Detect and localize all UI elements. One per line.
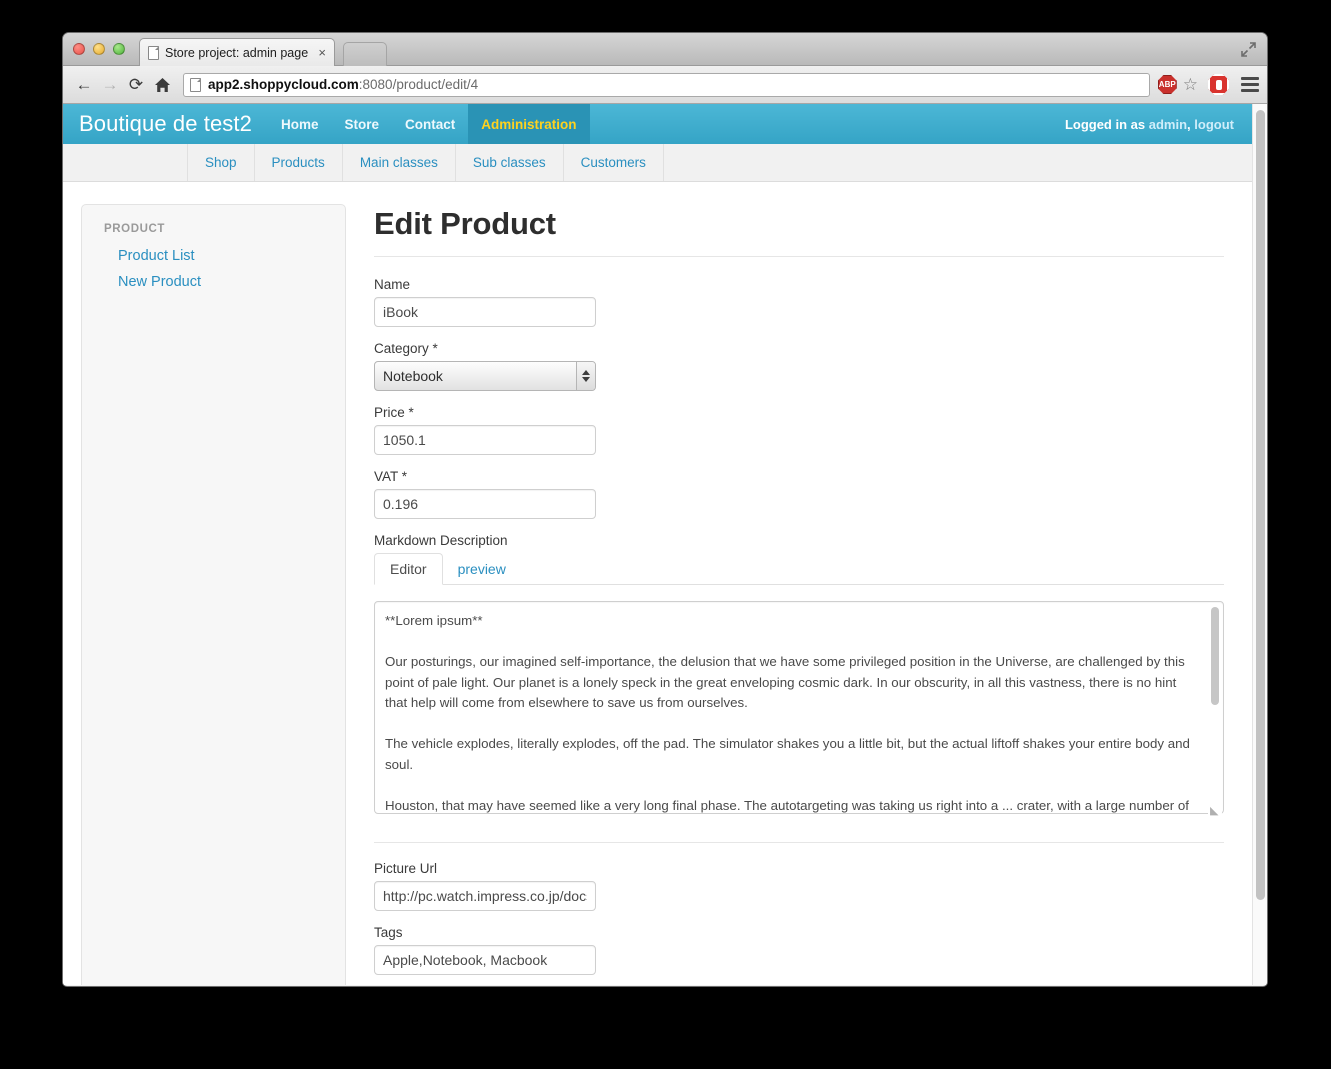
tab-editor[interactable]: Editor [374,553,443,585]
subnav-item-customers[interactable]: Customers [564,144,664,181]
admin-subnav: Shop Products Main classes Sub classes C… [63,144,1252,182]
bookmark-star-icon[interactable]: ☆ [1183,75,1198,95]
section-divider [374,842,1224,843]
textarea-scrollbar[interactable] [1208,603,1222,817]
price-input[interactable] [374,425,596,455]
category-select[interactable]: Notebook [374,361,596,391]
price-label: Price * [374,405,1224,420]
window-traffic-lights [73,43,125,55]
main-column: Edit Product Name Category * Notebook Pr… [374,204,1234,985]
vat-label: VAT * [374,469,1224,484]
subnav-item-sub-classes[interactable]: Sub classes [456,144,564,181]
category-label: Category * [374,341,1224,356]
web-page: Boutique de test2 Home Store Contact Adm… [63,104,1252,985]
sidebar-item-new-product[interactable]: New Product [82,269,345,295]
new-tab-button[interactable] [343,42,387,66]
sidebar-item-product-list[interactable]: Product List [82,243,345,269]
vat-input[interactable] [374,489,596,519]
reload-icon[interactable]: ⟳ [123,72,149,98]
url-path: :8080/product/edit/4 [359,77,478,92]
logout-link[interactable]: logout [1194,117,1234,132]
page-icon [148,46,159,60]
browser-tabstrip: Store project: admin page × [63,33,1267,66]
name-label: Name [374,277,1224,292]
user-link[interactable]: admin [1149,117,1187,132]
tags-label: Tags [374,925,1224,940]
blocker-stop-icon[interactable] [1208,74,1229,95]
markdown-editor: **Lorem ipsum** Our posturings, our imag… [374,601,1224,819]
adblock-plus-icon[interactable]: ABP [1158,75,1177,94]
nav-item-store[interactable]: Store [331,104,392,144]
scrollbar-thumb[interactable] [1256,110,1265,900]
chevron-updown-icon[interactable] [576,362,595,390]
sidebar-panel: PRODUCT Product List New Product [81,204,346,985]
title-divider [374,256,1224,257]
url-host: app2.shoppycloud.com [208,77,359,92]
forward-icon[interactable]: → [97,72,123,98]
maximize-window-button[interactable] [113,43,125,55]
menu-icon[interactable] [1241,74,1259,95]
comma-separator: , [1187,117,1191,132]
name-input[interactable] [374,297,596,327]
category-selected-value: Notebook [383,368,443,384]
fullscreen-icon[interactable] [1240,41,1257,58]
site-navbar: Boutique de test2 Home Store Contact Adm… [63,104,1252,144]
browser-tab-title: Store project: admin page [165,46,312,60]
markdown-description-label: Markdown Description [374,533,1224,548]
logged-in-label: Logged in as [1065,117,1145,132]
tab-preview[interactable]: preview [443,554,521,584]
minimize-window-button[interactable] [93,43,105,55]
browser-tab-active[interactable]: Store project: admin page × [139,38,335,66]
address-bar[interactable]: app2.shoppycloud.com :8080/product/edit/… [183,73,1150,97]
back-icon[interactable]: ← [71,72,97,98]
subnav-item-main-classes[interactable]: Main classes [343,144,456,181]
session-info: Logged in as admin, logout [1065,104,1252,144]
sidebar-heading: PRODUCT [82,223,345,243]
subnav-item-shop[interactable]: Shop [187,144,255,181]
nav-item-home[interactable]: Home [268,104,332,144]
page-scrollbar[interactable] [1252,104,1267,985]
subnav-item-products[interactable]: Products [255,144,343,181]
site-brand[interactable]: Boutique de test2 [63,104,268,144]
markdown-textarea[interactable]: **Lorem ipsum** Our posturings, our imag… [374,601,1224,814]
nav-item-contact[interactable]: Contact [392,104,468,144]
home-icon[interactable] [149,72,175,98]
resize-handle-icon[interactable]: ◢ [1210,806,1221,817]
editor-tabs: Editor preview [374,553,1224,585]
page-viewport: Boutique de test2 Home Store Contact Adm… [63,104,1267,985]
tags-input[interactable] [374,945,596,975]
picture-url-label: Picture Url [374,861,1224,876]
page-content: PRODUCT Product List New Product Edit Pr… [63,182,1252,985]
browser-toolbar: ← → ⟳ app2.shoppycloud.com :8080/product… [63,66,1267,104]
close-icon[interactable]: × [312,45,326,60]
scrollbar-thumb[interactable] [1211,607,1219,705]
nav-item-administration[interactable]: Administration [468,104,589,144]
page-icon [190,78,201,92]
close-window-button[interactable] [73,43,85,55]
picture-url-input[interactable] [374,881,596,911]
page-title: Edit Product [374,206,1224,242]
browser-window: Store project: admin page × ← → ⟳ app2.s… [62,32,1268,987]
